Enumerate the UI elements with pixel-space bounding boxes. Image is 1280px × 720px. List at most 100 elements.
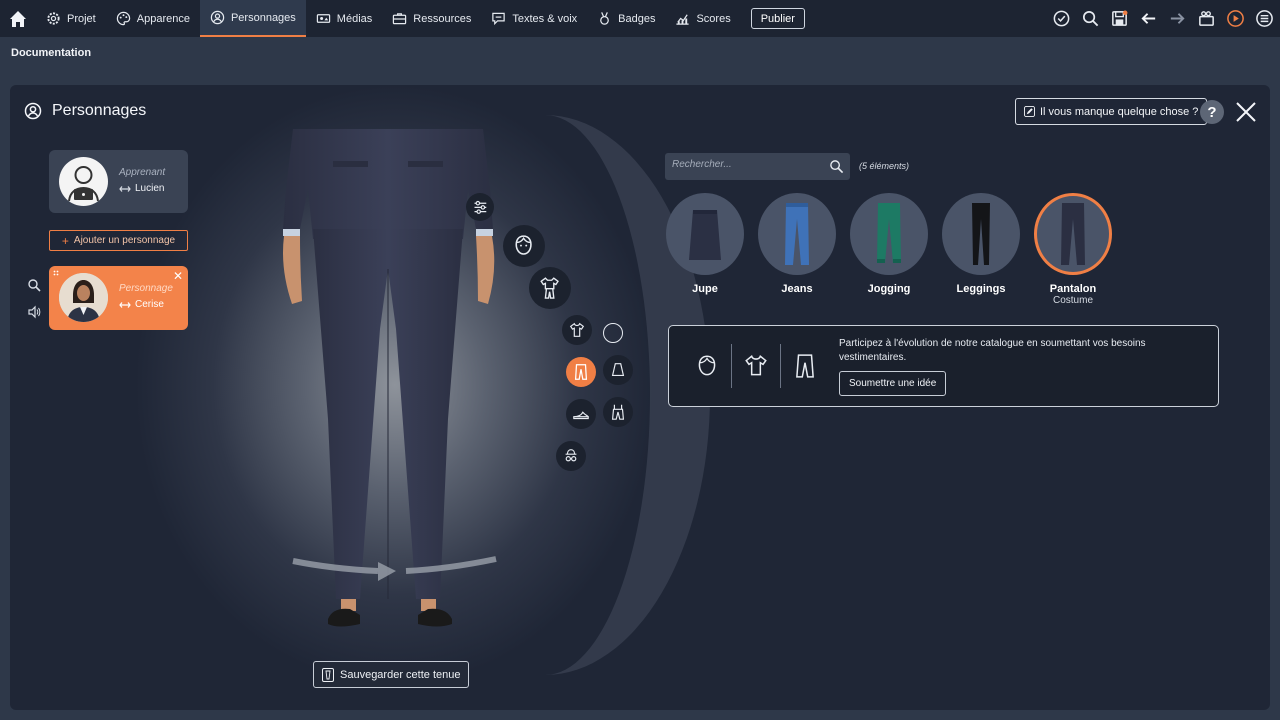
menu-icon: [1255, 10, 1273, 27]
scene-button[interactable]: [1196, 9, 1216, 29]
menu-button[interactable]: [1254, 9, 1274, 29]
category-top-button[interactable]: [562, 315, 592, 345]
nav-textes-voix[interactable]: Textes & voix: [481, 0, 587, 37]
home-icon: [10, 10, 26, 27]
characters-panel: Personnages Il vous manque quelque chose…: [10, 85, 1270, 710]
character-3d-preview[interactable]: [278, 129, 498, 649]
undo-button[interactable]: [1138, 9, 1158, 29]
chart-icon: [676, 14, 690, 25]
panel-title-text: Personnages: [52, 102, 147, 119]
zoom-icon[interactable]: [27, 278, 41, 292]
play-button[interactable]: [1225, 9, 1245, 29]
redo-button[interactable]: [1167, 9, 1187, 29]
item-subtitle: Costume: [1052, 295, 1093, 306]
speech-icon: [492, 12, 506, 26]
missing-label: Il vous manque quelque chose ?: [1040, 105, 1199, 118]
catalog-item-jogging[interactable]: Jogging: [850, 193, 928, 306]
nav-label: Projet: [67, 12, 96, 25]
catalog-item-jeans[interactable]: Jeans: [758, 193, 836, 306]
arrow-right-icon: [1170, 13, 1185, 24]
help-button[interactable]: ?: [1200, 100, 1224, 124]
save-outfit-label: Sauvegarder cette tenue: [340, 668, 461, 681]
close-icon[interactable]: [1234, 100, 1258, 124]
add-character-button[interactable]: + Ajouter un personnage: [49, 230, 188, 251]
nav-badges[interactable]: Badges: [587, 0, 665, 37]
clapperboard-icon: [1198, 11, 1214, 26]
nav-ressources[interactable]: Ressources: [382, 0, 481, 37]
sliders-icon: [474, 200, 486, 214]
sub-header: [0, 37, 1280, 85]
idea-icons: [683, 344, 829, 388]
remove-character-icon[interactable]: ✕: [173, 269, 183, 283]
skirt-icon: [611, 363, 625, 376]
nav-scores[interactable]: Scores: [665, 0, 740, 37]
catalog-item-leggings[interactable]: Leggings: [942, 193, 1020, 306]
floppy-icon: [1111, 10, 1127, 26]
nav-projet[interactable]: Projet: [36, 0, 106, 37]
outfit-save-icon: [322, 667, 334, 682]
item-thumbnail: [850, 193, 928, 275]
outfit-icon: [540, 277, 560, 300]
head-icon: [515, 235, 533, 256]
validate-button[interactable]: [1051, 9, 1071, 29]
item-name: Jupe: [692, 283, 718, 295]
category-head-button[interactable]: [503, 225, 545, 267]
nav-label: Ressources: [413, 12, 472, 25]
item-thumbnail: [666, 193, 744, 275]
submit-idea-button[interactable]: Soumettre une idée: [839, 371, 947, 396]
category-overalls-button[interactable]: [603, 397, 633, 427]
category-accessories-button[interactable]: [556, 441, 586, 471]
character-card-lucien[interactable]: Apprenant Lucien: [49, 150, 188, 213]
speaker-icon[interactable]: [27, 305, 41, 319]
home-button[interactable]: [0, 0, 36, 37]
category-outfit-button[interactable]: [529, 267, 571, 309]
tshirt-icon: [569, 322, 585, 337]
pants-icon: [796, 354, 814, 378]
publish-button[interactable]: Publier: [750, 8, 805, 29]
nav-label: Textes & voix: [512, 12, 578, 25]
skirt-icon: [689, 210, 721, 260]
category-shoes-button[interactable]: [566, 399, 596, 429]
idea-icon-bottom: [781, 344, 829, 388]
arrow-left-icon: [1140, 13, 1155, 24]
item-thumbnail: [1034, 193, 1112, 275]
category-skirt-button[interactable]: [603, 355, 633, 385]
idea-icon-head: [683, 344, 731, 388]
catalog-item-jupe[interactable]: Jupe: [666, 193, 744, 306]
nav-apparence[interactable]: Apparence: [106, 0, 200, 37]
missing-something-button[interactable]: Il vous manque quelque chose ?: [1015, 98, 1208, 125]
drag-handle-icon[interactable]: [53, 270, 59, 278]
search-icon[interactable]: [829, 159, 844, 174]
catalog-item-pantalon[interactable]: Pantalon Costume: [1034, 193, 1112, 306]
avatar: [59, 273, 108, 322]
gear-icon: [47, 12, 60, 25]
person-circle-icon: [24, 102, 42, 120]
hat-glasses-icon: [565, 449, 577, 462]
character-name-text: Cerise: [135, 299, 164, 310]
item-name: Pantalon: [1049, 283, 1097, 295]
plus-icon: +: [61, 233, 69, 248]
catalog-items: Jupe Jeans Jogging Leggings Pantalon Cos…: [666, 193, 1112, 306]
catalog-search: [665, 153, 850, 180]
swap-arrows-icon: [119, 301, 131, 308]
item-thumbnail: [942, 193, 1020, 275]
leggings-icon: [972, 203, 990, 265]
suit-pants-icon: [1061, 203, 1085, 265]
category-none-button[interactable]: [603, 323, 623, 343]
search-button[interactable]: [1080, 9, 1100, 29]
nav-label: Badges: [618, 12, 656, 25]
save-outfit-button[interactable]: Sauvegarder cette tenue: [313, 661, 470, 688]
character-card-cerise[interactable]: Personnage Cerise ✕: [49, 266, 188, 330]
results-count: (5 éléments): [859, 161, 910, 171]
head-icon: [698, 355, 716, 376]
nav-personnages[interactable]: Personnages: [199, 0, 306, 37]
avatar: [59, 157, 108, 206]
nav-medias[interactable]: Médias: [306, 0, 382, 37]
settings-sliders-button[interactable]: [466, 193, 494, 221]
toolbar-right: [1051, 0, 1274, 37]
item-name: Jeans: [781, 283, 813, 295]
search-input[interactable]: [672, 159, 822, 170]
category-bottom-button[interactable]: [566, 357, 596, 387]
save-button[interactable]: [1109, 9, 1129, 29]
item-thumbnail: [758, 193, 836, 275]
